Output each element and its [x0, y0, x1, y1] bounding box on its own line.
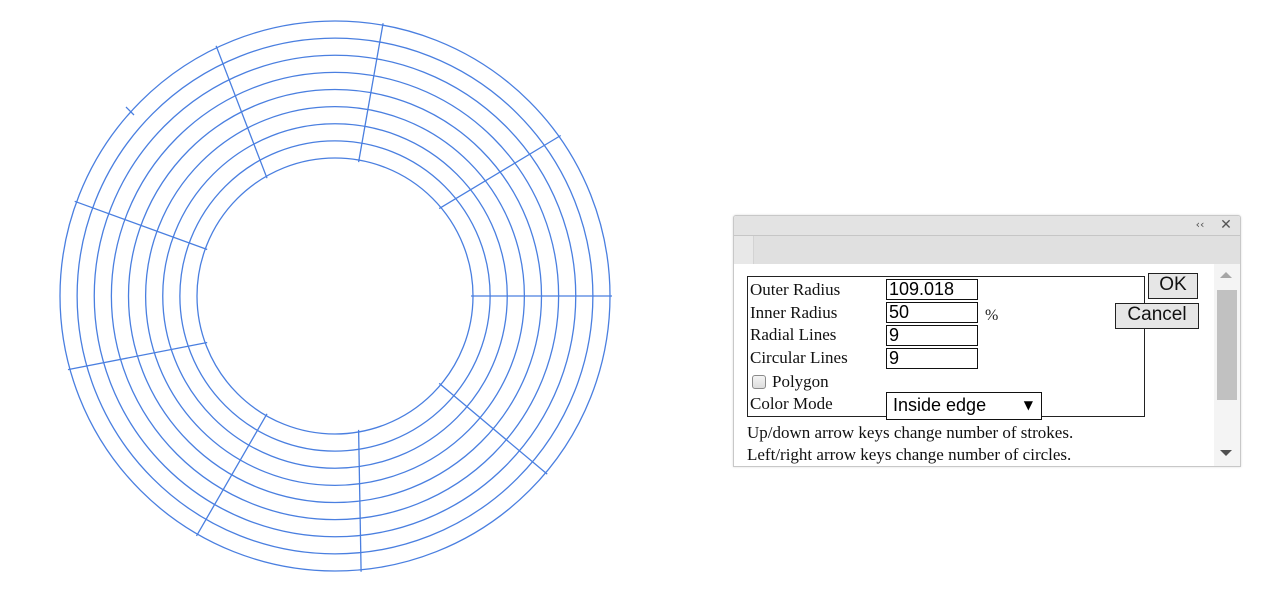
dialog-tab[interactable]: [734, 236, 754, 264]
radial-lines-input[interactable]: [886, 325, 978, 346]
dialog-scrollbar[interactable]: [1214, 264, 1240, 466]
drawing-canvas[interactable]: [0, 0, 700, 598]
polygon-checkbox[interactable]: [752, 375, 766, 389]
outer-radius-input[interactable]: [886, 279, 978, 300]
spiral-web-dialog: ‹‹ ✕ Outer Radius Inner Radius Radial Li…: [733, 215, 1241, 467]
dialog-titlebar[interactable]: ‹‹ ✕: [734, 216, 1240, 236]
inner-radius-label: Inner Radius: [750, 303, 838, 322]
cancel-button[interactable]: Cancel: [1115, 303, 1199, 329]
concentric-circle-6: [144, 105, 526, 487]
radial-lines-label: Radial Lines: [750, 325, 837, 344]
radial-line-4: [215, 45, 268, 179]
ok-button[interactable]: OK: [1148, 273, 1198, 299]
dropdown-arrow-icon: ▼: [1023, 398, 1033, 412]
polygon-label: Polygon: [772, 372, 829, 391]
concentric-circle-8: [179, 140, 491, 452]
scroll-thumb[interactable]: [1217, 290, 1237, 400]
concentric-web-drawing: [59, 20, 612, 572]
double-chevron-left-icon[interactable]: ‹‹: [1192, 217, 1208, 233]
concentric-circle-7: [162, 123, 508, 469]
radial-line-7: [195, 413, 268, 537]
radial-line-3: [357, 23, 384, 163]
radial-line-6: [67, 341, 208, 371]
settings-form: Outer Radius Inner Radius Radial Lines C…: [747, 276, 1145, 420]
color-mode-value: Inside edge: [893, 395, 987, 415]
tick-mark: [125, 106, 135, 116]
circular-lines-label: Circular Lines: [750, 348, 848, 367]
dialog-tabstrip: [734, 236, 1240, 264]
color-mode-label: Color Mode: [750, 394, 833, 413]
concentric-circle-9: [196, 157, 474, 435]
hint-strokes: Up/down arrow keys change number of stro…: [747, 423, 1074, 442]
scroll-down-arrow-icon[interactable]: [1220, 450, 1232, 456]
dialog-content: Outer Radius Inner Radius Radial Lines C…: [734, 264, 1212, 466]
outer-radius-label: Outer Radius: [750, 280, 841, 299]
circular-lines-input[interactable]: [886, 348, 978, 369]
radial-line-2: [438, 134, 562, 210]
inner-radius-input[interactable]: [886, 302, 978, 323]
radial-line-9: [438, 382, 548, 475]
scroll-up-arrow-icon[interactable]: [1220, 272, 1232, 278]
close-icon[interactable]: ✕: [1218, 217, 1234, 233]
percent-unit-label: %: [985, 307, 999, 324]
color-mode-select[interactable]: Inside edge ▼: [886, 392, 1042, 420]
hint-circles: Left/right arrow keys change number of c…: [747, 445, 1072, 464]
polygon-option[interactable]: Polygon: [752, 372, 829, 392]
